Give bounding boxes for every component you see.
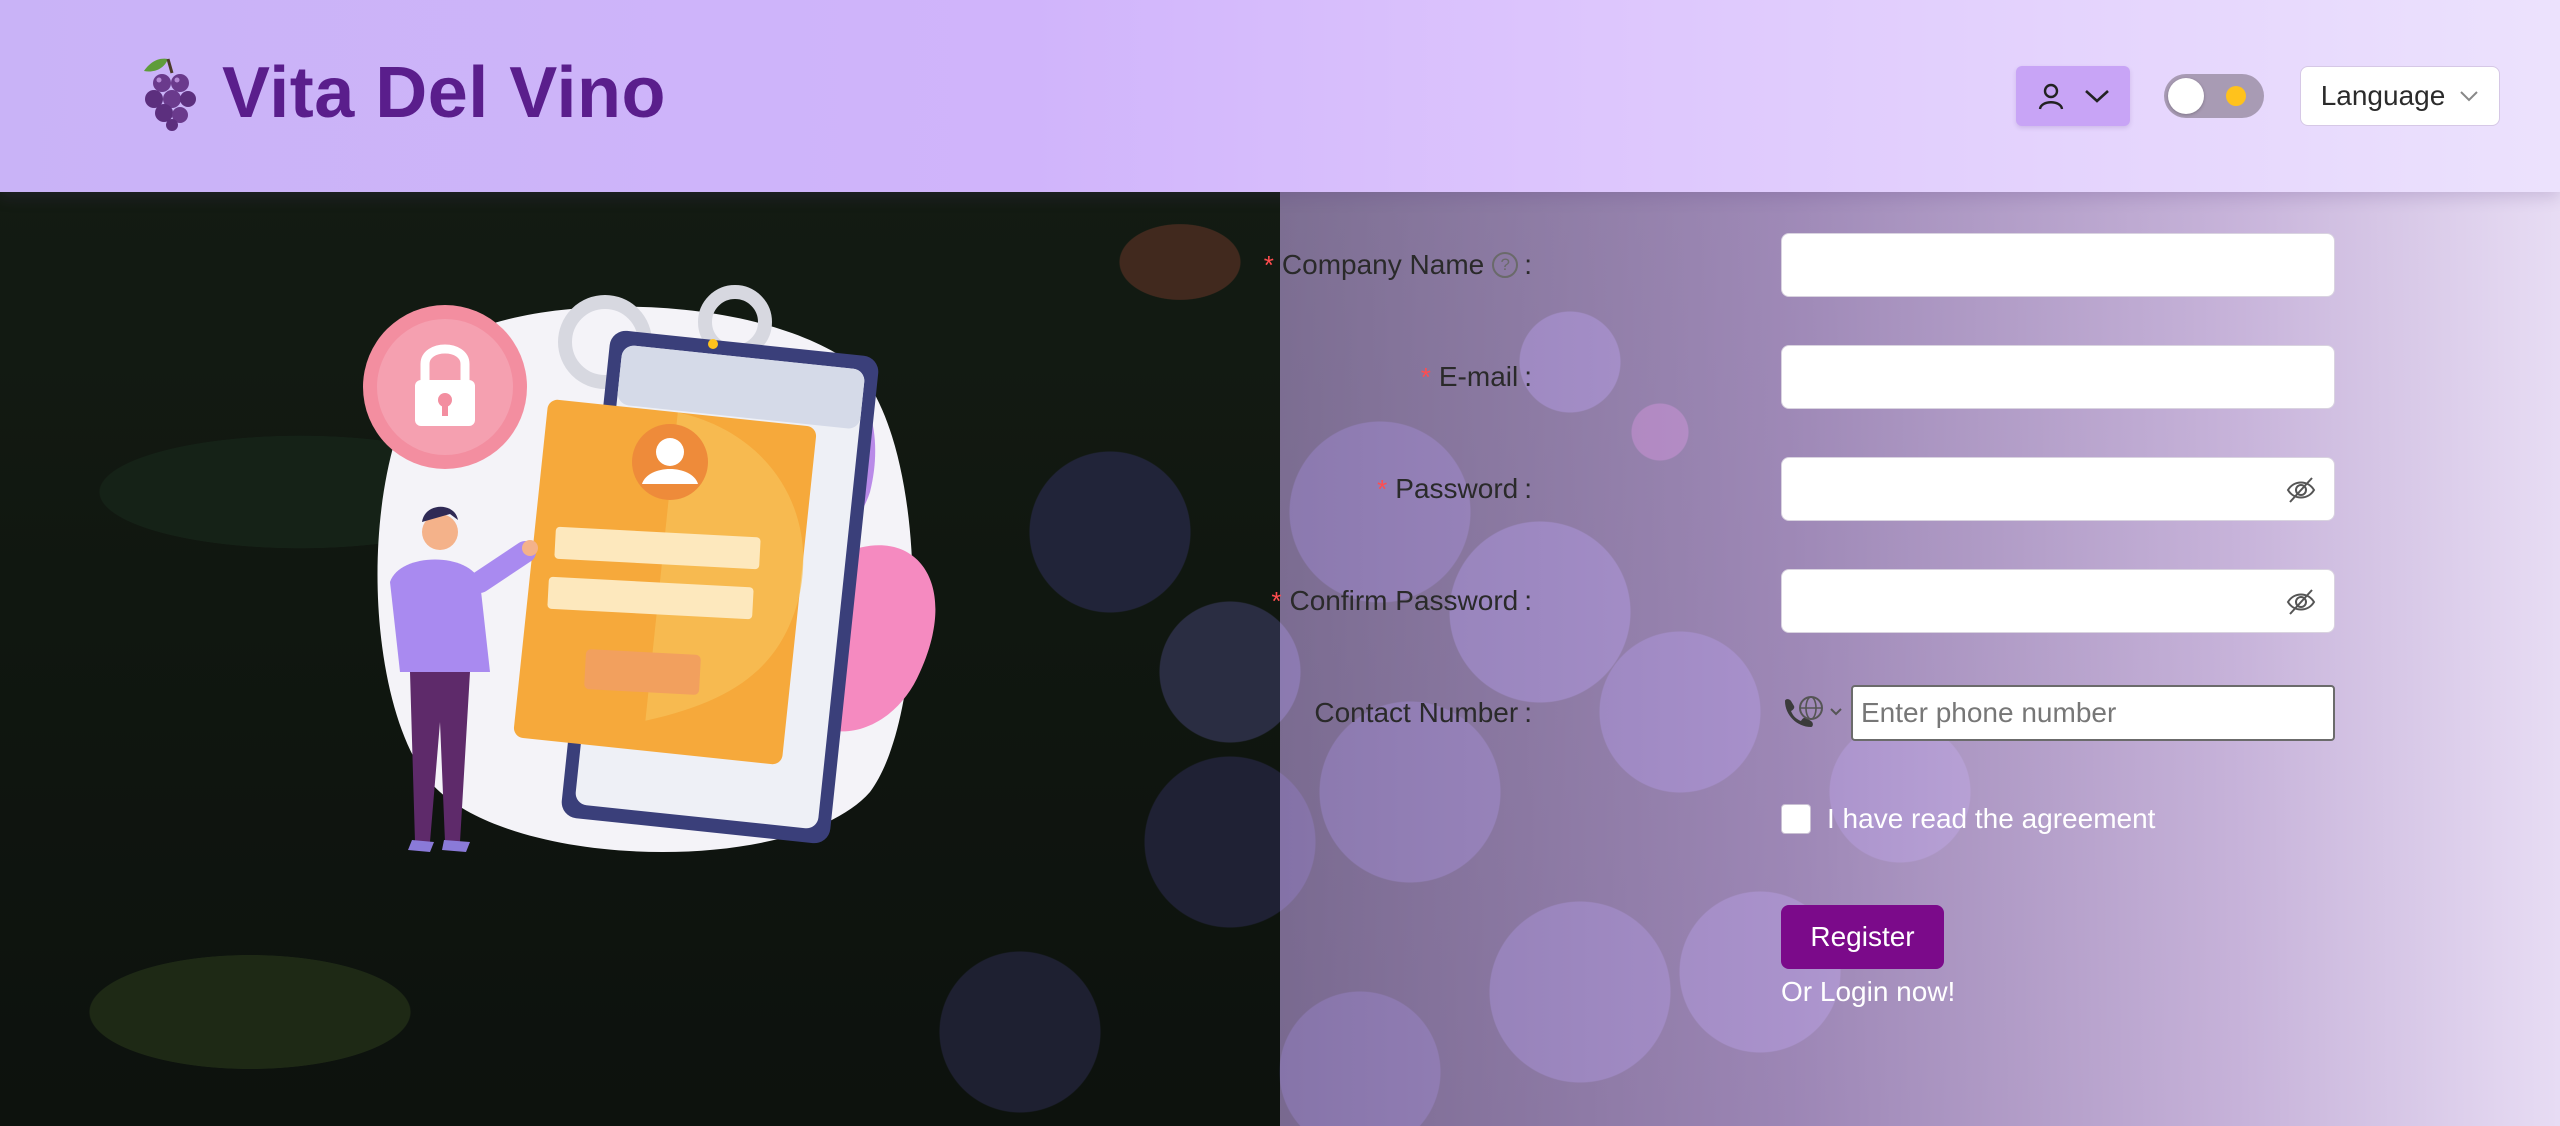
label-colon: : <box>1524 473 1532 504</box>
email-label: E-mail <box>1438 361 1519 392</box>
required-mark: * <box>1271 585 1282 616</box>
agreement-label: I have read the agreement <box>1827 803 2156 834</box>
user-icon <box>2038 83 2064 110</box>
confirm-password-row: * Confirm Password : <box>1271 569 2340 633</box>
language-select[interactable]: Language <box>2300 66 2500 126</box>
registration-form: * Company Name ? : * E-mail : * Password… <box>0 192 2560 1126</box>
chevron-down-icon <box>2460 91 2478 102</box>
eye-off-icon[interactable] <box>2286 476 2316 504</box>
chevron-down-icon <box>1830 708 1842 716</box>
grapes-icon <box>144 58 196 131</box>
phone-field <box>1781 681 2335 745</box>
user-menu-button[interactable] <box>2016 66 2130 126</box>
toggle-knob <box>2168 78 2204 114</box>
agreement-checkbox[interactable]: I have read the agreement <box>1781 803 2155 835</box>
email-row: * E-mail : <box>1300 345 2340 409</box>
app-header: Vita Del Vino Language <box>0 0 2560 192</box>
brand-name: Vita Del Vino <box>222 53 666 133</box>
company-name-label: Company Name <box>1281 249 1485 280</box>
email-input[interactable] <box>1781 345 2335 409</box>
chevron-down-icon <box>2085 90 2109 103</box>
main-content: * Company Name ? : * E-mail : * Password… <box>0 192 2560 1126</box>
contact-number-label-group: Contact Number : <box>1314 681 1532 745</box>
company-name-row: * Company Name ? : <box>1264 233 2340 297</box>
help-icon[interactable]: ? <box>1492 252 1519 278</box>
login-link[interactable]: Or Login now! <box>1781 976 1955 1008</box>
password-row: * Password : <box>1300 457 2340 521</box>
company-name-label-group: * Company Name ? : <box>1264 233 1532 297</box>
label-colon: : <box>1524 361 1532 392</box>
globe-phone-icon <box>1785 696 1823 727</box>
email-label-group: * E-mail : <box>1421 345 1532 409</box>
confirm-password-label: Confirm Password <box>1289 585 1519 616</box>
password-input[interactable] <box>1781 457 2335 521</box>
confirm-password-input[interactable] <box>1781 569 2335 633</box>
register-button[interactable]: Register <box>1781 905 1944 969</box>
sun-icon <box>2226 86 2246 106</box>
language-label: Language <box>2320 80 2446 111</box>
eye-off-icon[interactable] <box>2286 588 2316 616</box>
checkbox-box[interactable] <box>1781 804 1811 834</box>
required-mark: * <box>1263 249 1274 280</box>
brand[interactable]: Vita Del Vino <box>138 52 666 134</box>
contact-number-label: Contact Number <box>1314 697 1519 728</box>
label-colon: : <box>1524 697 1532 728</box>
company-name-input[interactable] <box>1781 233 2335 297</box>
label-colon: : <box>1524 585 1532 616</box>
required-mark: * <box>1420 361 1431 392</box>
password-label: Password <box>1395 473 1519 504</box>
theme-toggle[interactable] <box>2164 74 2264 118</box>
country-code-select[interactable] <box>1781 695 1843 729</box>
contact-number-row: Contact Number : <box>1300 681 2340 745</box>
phone-number-input[interactable] <box>1851 685 2335 741</box>
required-mark: * <box>1377 473 1388 504</box>
password-label-group: * Password : <box>1377 457 1532 521</box>
label-colon: : <box>1524 249 1532 280</box>
confirm-password-label-group: * Confirm Password : <box>1271 569 1532 633</box>
